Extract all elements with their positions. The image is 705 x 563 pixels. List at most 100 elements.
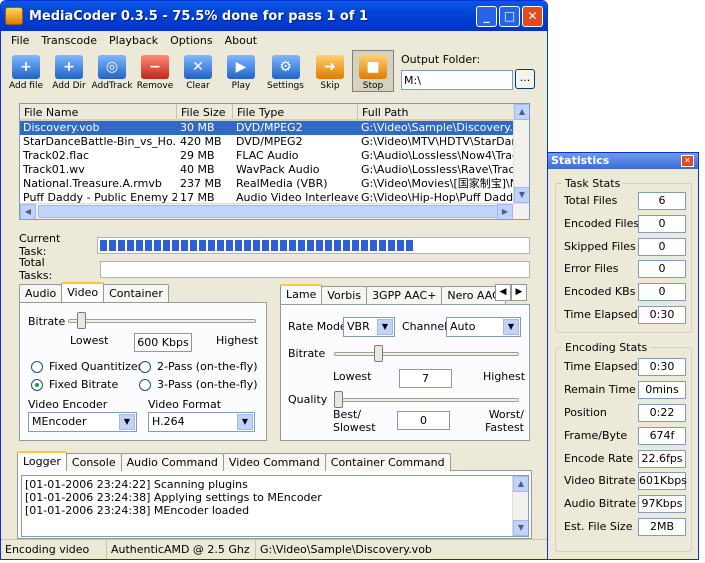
audio-bitrate-slider[interactable] [334,352,519,356]
settings-button[interactable]: ⚙ Settings [263,50,308,92]
audio-bitrate-lowest-label: Lowest [333,370,372,383]
progress-segment [99,239,107,251]
video-format-select[interactable]: H.264 ▼ [148,412,255,432]
bottom-tabs: Logger Console Audio Command Video Comma… [17,451,451,471]
tab-container[interactable]: Container [103,284,169,302]
file-list[interactable]: File Name File Size File Type Full Path … [19,103,530,220]
scroll-up-arrow-icon[interactable]: ▲ [514,104,529,120]
video-bitrate-slider[interactable] [68,319,256,323]
chevron-down-icon: ▼ [503,319,519,335]
remove-button[interactable]: − Remove [134,50,176,92]
three-pass-radio[interactable]: 3-Pass (on-the-fly) [139,378,258,391]
menu-options[interactable]: Options [164,34,218,47]
tab-console[interactable]: Console [65,453,122,471]
menu-playback[interactable]: Playback [103,34,164,47]
quality-slider-thumb[interactable] [334,391,343,408]
progress-segment [405,239,413,251]
table-row[interactable]: National.Treasure.A.rmvb 237 MB RealMedia … [20,177,529,191]
stat-row: Audio Bitrate 97Kbps [564,494,690,513]
menu-file[interactable]: File [5,34,35,47]
tab-container-command[interactable]: Container Command [324,453,451,471]
stat-row: Skipped Files 0 [564,237,690,256]
scroll-up-arrow-icon[interactable]: ▲ [513,476,528,492]
add-file-icon: + [12,55,40,79]
video-bitrate-slider-thumb[interactable] [76,312,86,329]
tab-3gpp-aac[interactable]: 3GPP AAC+ [366,286,443,304]
browse-button[interactable]: ... [515,69,535,89]
progress-segment [387,239,395,251]
stop-button[interactable]: ■ Stop [352,50,394,92]
progress-segment [360,239,368,251]
clear-button[interactable]: ✕ Clear [177,50,219,92]
quality-slider[interactable] [334,398,519,402]
scroll-left-arrow-icon[interactable]: ◀ [20,204,36,219]
scroll-down-arrow-icon[interactable]: ▼ [514,187,529,203]
log-line: [01-01-2006 23:24:38] MEncoder loaded [25,504,250,517]
file-list-vertical-scrollbar[interactable]: ▲ ▼ [513,104,529,219]
fixed-quantitizer-radio[interactable]: Fixed Quantitizer [31,360,142,373]
status-file: G:\Video\Sample\Discovery.vob [260,543,432,556]
add-dir-button[interactable]: + Add Dir [48,50,90,92]
add-track-button[interactable]: ◎ AddTrack [91,50,133,92]
tab-scroll-right-icon[interactable]: ▶ [511,284,527,301]
table-row[interactable]: Track02.flac 29 MB FLAC Audio G:\Audio\Loss… [20,149,529,163]
column-full-path[interactable]: Full Path [358,104,515,119]
add-dir-icon: + [55,55,83,79]
close-button[interactable]: ✕ [522,5,543,27]
scroll-down-arrow-icon[interactable]: ▼ [513,520,528,536]
tab-scroll-left-icon[interactable]: ◀ [495,284,511,301]
fixed-bitrate-radio[interactable]: Fixed Bitrate [31,378,118,391]
skip-button[interactable]: ➜ Skip [309,50,351,92]
table-row[interactable]: Discovery.vob 30 MB DVD/MPEG2 G:\Video\Samp… [20,121,529,135]
file-list-horizontal-scrollbar[interactable]: ◀ ▶ [20,203,529,219]
settings-icon: ⚙ [271,55,300,79]
video-bitrate-label: Bitrate [28,315,66,328]
log-output[interactable]: [01-01-2006 23:24:22] Scanning plugins [… [21,475,529,537]
rate-mode-select[interactable]: VBR ▼ [343,317,395,337]
statistics-close-button[interactable]: ✕ [681,155,694,167]
channel-select[interactable]: Auto ▼ [446,317,521,337]
scroll-right-arrow-icon[interactable]: ▶ [497,204,513,219]
quality-label: Quality [288,393,328,406]
column-file-type[interactable]: File Type [233,104,358,119]
stat-row: Remain Time 0mins [564,380,690,399]
progress-segment [243,239,251,251]
tab-lame[interactable]: Lame [280,284,323,304]
status-state: Encoding video [1,540,107,559]
play-button[interactable]: ▶ Play [220,50,262,92]
video-bitrate-value: 600 Kbps [134,333,192,352]
audio-bitrate-slider-thumb[interactable] [374,345,384,362]
tab-audio[interactable]: Audio [19,284,63,302]
progress-segment [324,239,332,251]
tab-logger[interactable]: Logger [17,451,67,471]
video-encoder-select[interactable]: MEncoder ▼ [28,412,137,432]
add-file-button[interactable]: + Add file [5,50,47,92]
table-row[interactable]: StarDanceBattle-Bin_vs_Ho... 420 MB DVD/MP… [20,135,529,149]
progress-segment [252,239,260,251]
stat-row: Total Files 6 [564,191,690,210]
column-file-name[interactable]: File Name [20,104,177,119]
log-line: [01-01-2006 23:24:22] Scanning plugins [25,478,248,491]
audio-bitrate-value: 7 [399,369,452,388]
maximize-button[interactable]: □ [499,5,520,27]
left-tabs: Audio Video Container [19,282,169,302]
tab-video[interactable]: Video [61,282,105,302]
log-scrollbar[interactable]: ▲ ▼ [512,476,528,536]
tab-video-command[interactable]: Video Command [222,453,326,471]
progress-segment [189,239,197,251]
channel-label: Channel [402,320,448,333]
tab-audio-command[interactable]: Audio Command [120,453,224,471]
progress-segment [225,239,233,251]
menu-transcode[interactable]: Transcode [35,34,103,47]
progress-segment [270,239,278,251]
minimize-button[interactable]: _ [476,5,497,27]
menu-about[interactable]: About [219,34,264,47]
stat-row: Position 0:22 [564,403,690,422]
add-track-icon: ◎ [98,55,126,79]
output-folder-input[interactable] [401,70,513,90]
tab-vorbis[interactable]: Vorbis [321,286,368,304]
table-row[interactable]: Track01.wv 40 MB WavPack Audio G:\Audio\Los… [20,163,529,177]
two-pass-radio[interactable]: 2-Pass (on-the-fly) [139,360,258,373]
horizontal-scroll-thumb[interactable] [38,205,508,218]
column-file-size[interactable]: File Size [177,104,233,119]
